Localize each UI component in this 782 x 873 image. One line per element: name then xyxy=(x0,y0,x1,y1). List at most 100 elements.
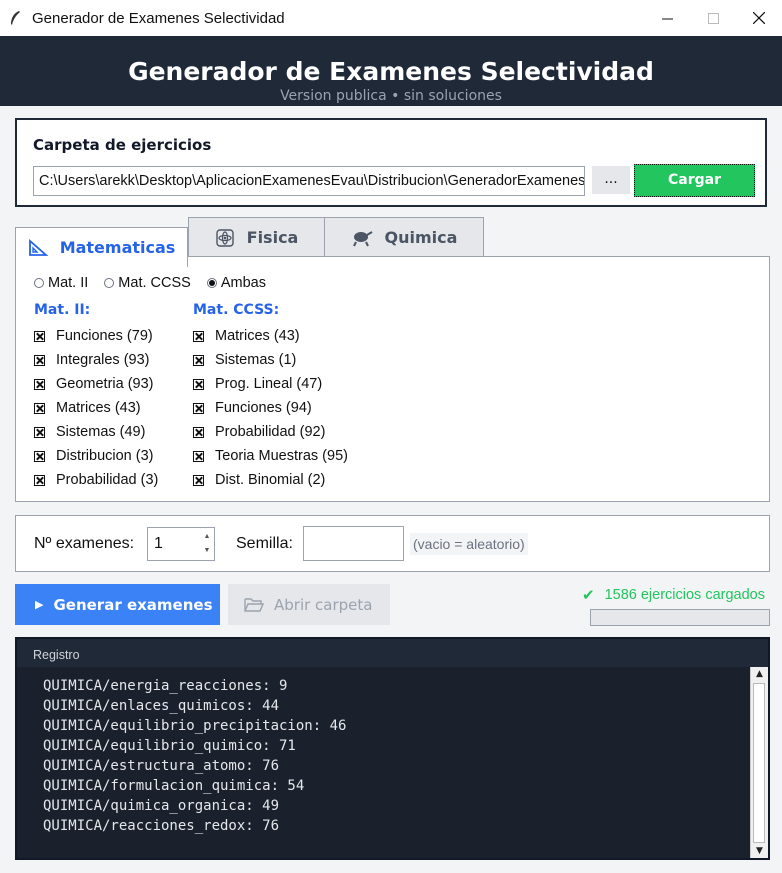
radio-label: Mat. CCSS xyxy=(118,275,191,291)
subject-radio-group: Mat. II Mat. CCSS Ambas xyxy=(34,275,282,291)
checkbox-item[interactable]: Dist. Binomial (2) xyxy=(193,468,348,492)
radio-dot xyxy=(206,278,217,288)
folder-open-icon xyxy=(244,597,264,612)
checkbox-item[interactable]: Funciones (94) xyxy=(193,396,348,420)
generate-button[interactable]: ▶ Generar examenes xyxy=(15,584,220,625)
log-line: QUIMICA/enlaces_quimicos: 44 xyxy=(43,698,280,714)
window-title: Generador de Examenes Selectividad xyxy=(32,9,285,27)
progress-bar xyxy=(590,609,770,626)
folder-label: Carpeta de ejercicios xyxy=(33,136,212,154)
mat2-column: Mat. II: Funciones (79) Integrales (93) … xyxy=(34,302,158,492)
open-folder-label: Abrir carpeta xyxy=(274,595,373,614)
log-line: QUIMICA/formulacion_quimica: 54 xyxy=(43,778,305,794)
checkbox-item[interactable]: Distribucion (3) xyxy=(34,444,158,468)
seed-label: Semilla: xyxy=(236,535,293,552)
radio-label: Mat. II xyxy=(48,275,89,291)
radio-mat2[interactable]: Mat. II xyxy=(34,275,88,291)
log-line: QUIMICA/energia_reacciones: 9 xyxy=(43,678,288,694)
log-line: QUIMICA/equilibrio_quimico: 71 xyxy=(43,738,296,754)
load-button[interactable]: Cargar xyxy=(634,164,755,197)
folder-path-input[interactable]: C:\Users\arekk\Desktop\AplicacionExamene… xyxy=(33,166,585,196)
radio-ccss[interactable]: Mat. CCSS xyxy=(104,275,191,291)
status-text: ✔ 1586 ejercicios cargados xyxy=(582,586,765,604)
checkbox-checked xyxy=(193,426,204,438)
checkbox-checked xyxy=(34,402,45,414)
minimize-icon xyxy=(661,18,673,19)
close-icon xyxy=(753,12,765,24)
seed-hint: (vacio = aleatorio) xyxy=(410,533,528,555)
spin-down-icon[interactable]: ▼ xyxy=(204,546,211,556)
checkbox-checked xyxy=(34,426,45,438)
tab-label: Matematicas xyxy=(59,238,176,257)
checkbox-checked xyxy=(193,354,204,366)
checkbox-checked xyxy=(34,378,45,390)
browse-button[interactable]: ... xyxy=(592,166,630,194)
generate-label: Generar examenes xyxy=(53,595,213,614)
scroll-up-icon[interactable]: ▲ xyxy=(751,667,768,681)
atom-icon xyxy=(215,228,234,247)
set-square-icon xyxy=(28,238,48,256)
feather-icon xyxy=(11,11,20,25)
checkbox-item[interactable]: Funciones (79) xyxy=(34,324,158,348)
mat2-title: Mat. II: xyxy=(34,302,91,318)
num-exams-label: Nº examenes: xyxy=(34,535,135,552)
scroll-down-icon[interactable]: ▼ xyxy=(751,844,768,858)
checkbox-item[interactable]: Geometria (93) xyxy=(34,372,158,396)
log-scrollbar[interactable]: ▲ ▼ xyxy=(750,667,768,858)
checkbox-item[interactable]: Probabilidad (3) xyxy=(34,468,158,492)
close-button[interactable] xyxy=(736,0,782,36)
radio-label: Ambas xyxy=(220,275,266,291)
open-folder-button[interactable]: Abrir carpeta xyxy=(228,584,390,625)
checkbox-checked xyxy=(193,402,204,414)
checkbox-checked xyxy=(34,474,45,486)
app-header: Generador de Examenes Selectividad Versi… xyxy=(0,36,782,106)
app-title: Generador de Examenes Selectividad xyxy=(128,57,654,86)
checkbox-checked xyxy=(193,450,204,462)
checkbox-checked xyxy=(193,378,204,390)
ccss-title: Mat. CCSS: xyxy=(193,302,280,318)
log-panel: Registro QUIMICA/energia_reacciones: 9 Q… xyxy=(15,637,770,860)
scroll-thumb[interactable] xyxy=(753,683,765,843)
checkbox-checked xyxy=(34,450,45,462)
num-exams-stepper[interactable]: 1 ▲ ▼ xyxy=(147,527,215,561)
checkbox-item[interactable]: Sistemas (1) xyxy=(193,348,348,372)
seed-input[interactable] xyxy=(303,526,404,561)
minimize-button[interactable] xyxy=(644,0,690,36)
radio-dot xyxy=(104,278,115,288)
checkbox-item[interactable]: Sistemas (49) xyxy=(34,420,158,444)
log-title: Registro xyxy=(33,648,80,662)
checkbox-item[interactable]: Integrales (93) xyxy=(34,348,158,372)
matematicas-panel: Mat. II Mat. CCSS Ambas Mat. II: Funcion… xyxy=(15,256,770,502)
checkbox-checked xyxy=(193,474,204,486)
tab-label: Fisica xyxy=(246,228,299,247)
maximize-button[interactable] xyxy=(690,0,736,36)
log-line: QUIMICA/estructura_atomo: 76 xyxy=(43,758,280,774)
tab-label: Quimica xyxy=(384,228,458,247)
maximize-icon xyxy=(707,12,719,24)
radio-dot xyxy=(34,278,44,288)
tab-fisica[interactable]: Fisica xyxy=(188,217,325,257)
window-titlebar: Generador de Examenes Selectividad xyxy=(0,0,782,36)
checkbox-checked xyxy=(193,330,204,342)
log-header: Registro xyxy=(17,639,768,667)
log-line: QUIMICA/reacciones_redox: 76 xyxy=(43,818,280,834)
checkbox-item[interactable]: Teoria Muestras (95) xyxy=(193,444,348,468)
ccss-column: Mat. CCSS: Matrices (43) Sistemas (1) Pr… xyxy=(193,302,348,492)
log-text[interactable]: QUIMICA/energia_reacciones: 9 QUIMICA/en… xyxy=(17,667,750,858)
checkbox-item[interactable]: Matrices (43) xyxy=(34,396,158,420)
num-exams-value: 1 xyxy=(154,535,163,552)
chemistry-flask-icon xyxy=(352,230,373,246)
log-line: QUIMICA/equilibrio_precipitacion: 46 xyxy=(43,718,347,734)
play-icon: ▶ xyxy=(35,598,44,611)
spin-up-icon[interactable]: ▲ xyxy=(204,532,211,542)
radio-ambas[interactable]: Ambas xyxy=(206,275,266,291)
checkbox-item[interactable]: Prog. Lineal (47) xyxy=(193,372,348,396)
options-section: Nº examenes: 1 ▲ ▼ Semilla: (vacio = ale… xyxy=(15,515,770,572)
tab-quimica[interactable]: Quimica xyxy=(324,217,484,257)
status-label: 1586 ejercicios cargados xyxy=(604,587,765,603)
checkbox-checked xyxy=(34,330,45,342)
log-line: QUIMICA/quimica_organica: 49 xyxy=(43,798,280,814)
checkbox-item[interactable]: Matrices (43) xyxy=(193,324,348,348)
tab-matematicas[interactable]: Matematicas xyxy=(15,227,188,267)
checkbox-item[interactable]: Probabilidad (92) xyxy=(193,420,348,444)
